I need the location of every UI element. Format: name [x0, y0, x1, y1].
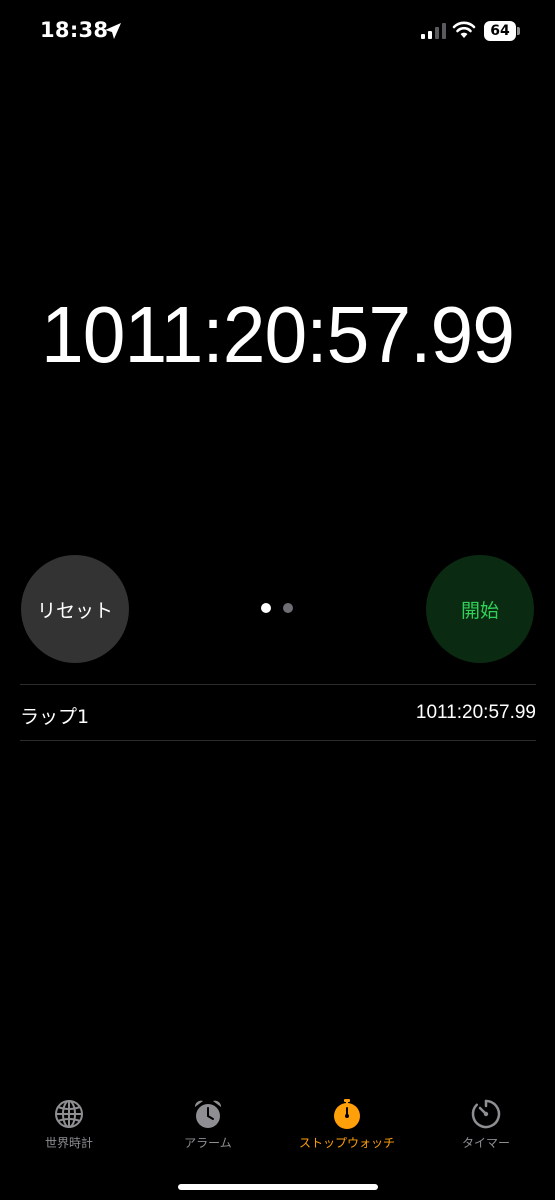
lap-label: ラップ1 [20, 706, 90, 728]
cellular-signal-icon [421, 23, 446, 39]
tab-label-alarm: アラーム [184, 1136, 232, 1150]
battery-cap [517, 27, 520, 35]
tab-alarm[interactable]: アラーム [139, 1090, 277, 1160]
alarm-clock-icon [194, 1100, 222, 1128]
tab-world-clock[interactable]: 世界時計 [0, 1090, 138, 1160]
lap-time: 1011:20:57.99 [415, 702, 536, 723]
timer-icon [471, 1099, 501, 1129]
wifi-icon [452, 21, 476, 38]
tab-label-timer: タイマー [461, 1136, 510, 1150]
start-button-label: 開始 [460, 599, 499, 622]
tab-stopwatch[interactable]: ストップウォッチ [278, 1090, 416, 1160]
lap-row: ラップ1 1011:20:57.99 [20, 685, 536, 740]
stopwatch-icon [334, 1099, 360, 1129]
status-time: 18:38 [40, 18, 109, 42]
reset-button-label: リセット [36, 599, 113, 622]
page-indicator[interactable] [260, 603, 296, 615]
home-indicator[interactable] [178, 1184, 378, 1190]
page-dot-inactive [283, 603, 293, 613]
lap-divider-bottom [20, 740, 536, 741]
battery-indicator: 64 [484, 21, 516, 41]
start-button[interactable]: 開始 [426, 555, 534, 663]
status-bar: 18:38 64 [0, 0, 555, 64]
reset-button[interactable]: リセット [21, 555, 129, 663]
tab-label-stopwatch: ストップウォッチ [298, 1136, 395, 1150]
location-arrow-icon [105, 23, 121, 39]
globe-icon [55, 1100, 83, 1128]
tab-timer[interactable]: タイマー [417, 1090, 555, 1160]
stopwatch-time-display: 1011:20:57.99 [41, 290, 515, 379]
page-dot-active [261, 603, 271, 613]
tab-label-world-clock: 世界時計 [44, 1136, 93, 1150]
